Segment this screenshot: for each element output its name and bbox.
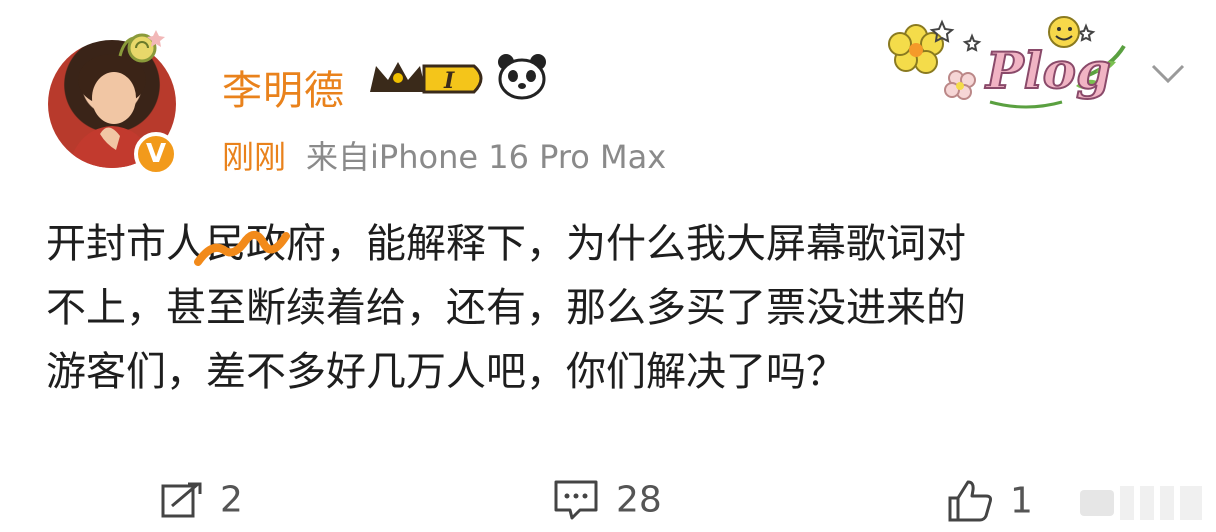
username[interactable]: 李明德 <box>222 58 345 116</box>
watermark-icon <box>1080 486 1202 520</box>
avatar-pendant-icon <box>118 30 165 63</box>
repost-count: 2 <box>220 479 243 521</box>
panda-icon <box>498 54 546 100</box>
badge-level-text: I <box>443 68 455 94</box>
scribble-mark-icon <box>194 230 290 266</box>
comment-icon <box>554 480 598 520</box>
plog-sticker-icon: Plog <box>888 16 1126 109</box>
level-badge-icon[interactable]: I <box>366 54 490 102</box>
post-meta: 刚刚 来自iPhone 16 Pro Max <box>222 132 666 178</box>
like-icon <box>948 480 992 522</box>
post-source: 来自iPhone 16 Pro Max <box>306 138 667 176</box>
plog-sticker-text: Plog <box>984 41 1111 100</box>
repost-button[interactable]: 2 <box>160 478 243 521</box>
repost-icon <box>161 482 202 518</box>
post-time: 刚刚 <box>222 138 287 176</box>
chevron-down-icon[interactable] <box>1150 62 1186 86</box>
like-button[interactable]: 1 <box>946 478 1033 524</box>
comment-button[interactable]: 28 <box>552 478 662 522</box>
post-content-line: 不上，甚至断续着给，还有，那么多买了票没进来的 <box>46 285 966 331</box>
verified-v-icon: V <box>134 132 178 176</box>
comment-count: 28 <box>616 479 662 521</box>
post-content-line: 游客们，差不多好几万人吧，你们解决了吗？ <box>46 349 846 395</box>
like-count: 1 <box>1010 480 1033 522</box>
